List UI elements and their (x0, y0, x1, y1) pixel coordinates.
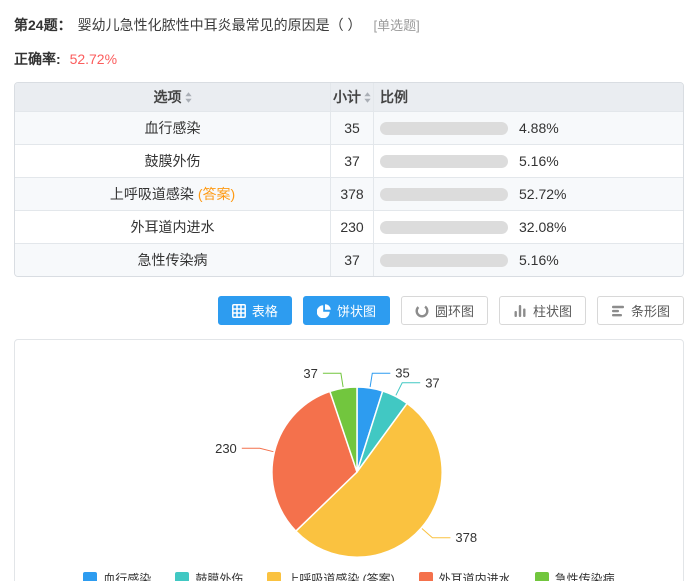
legend-label: 鼓膜外伤 (195, 570, 243, 581)
legend-label: 急性传染病 (555, 570, 615, 581)
pie-value-label: 378 (455, 530, 477, 545)
table-view-button[interactable]: 表格 (218, 296, 292, 325)
percent-bar-track (380, 188, 508, 201)
percent-label: 5.16% (519, 252, 559, 268)
count-cell: 378 (331, 178, 374, 210)
table-icon (232, 304, 246, 318)
question-type-tag: [单选题] (373, 15, 419, 34)
view-toolbar: 表格 饼状图 圆环图 柱状图 条形图 (14, 296, 684, 325)
legend-swatch (83, 572, 97, 581)
sort-icon[interactable] (364, 92, 371, 103)
donut-icon (415, 304, 429, 318)
count-cell: 37 (331, 145, 374, 177)
pie-label-line (370, 373, 390, 387)
option-cell: 鼓膜外伤 (15, 145, 331, 177)
percent-bar-track (380, 122, 508, 135)
accuracy-label: 正确率: (14, 51, 61, 67)
column-chart-button[interactable]: 柱状图 (499, 296, 586, 325)
table-row: 外耳道内进水 230 32.08% (15, 210, 683, 243)
legend-swatch (419, 572, 433, 581)
table-row: 鼓膜外伤 37 5.16% (15, 144, 683, 177)
legend-label: 上呼吸道感染 (答案) (287, 570, 394, 581)
hbar-icon (611, 304, 625, 318)
ratio-cell: 52.72% (374, 178, 683, 210)
pie-value-label: 35 (395, 366, 409, 381)
option-cell: 血行感染 (15, 112, 331, 144)
table-row: 上呼吸道感染 (答案) 378 52.72% (15, 177, 683, 210)
donut-chart-button[interactable]: 圆环图 (401, 296, 488, 325)
question-number: 第24题： (14, 15, 72, 35)
percent-label: 52.72% (519, 186, 566, 202)
option-cell: 外耳道内进水 (15, 211, 331, 243)
legend-swatch (267, 572, 281, 581)
percent-bar-track (380, 254, 508, 267)
option-cell: 急性传染病 (15, 244, 331, 276)
pie-value-label: 230 (215, 441, 237, 456)
header-count[interactable]: 小计 (331, 83, 374, 111)
ratio-cell: 4.88% (374, 112, 683, 144)
percent-label: 32.08% (519, 219, 566, 235)
pie-label-line (422, 529, 451, 538)
header-option[interactable]: 选项 (15, 83, 331, 111)
legend-swatch (175, 572, 189, 581)
legend-item[interactable]: 上呼吸道感染 (答案) (267, 570, 394, 581)
chart-legend: 血行感染 鼓膜外伤 上呼吸道感染 (答案) 外耳道内进水 急性传染病 (15, 570, 683, 581)
header-ratio: 比例 (374, 83, 683, 111)
legend-swatch (535, 572, 549, 581)
legend-item[interactable]: 血行感染 (83, 570, 151, 581)
pie-chart: 35 37 378 230 37 (15, 341, 683, 563)
bar-chart-button[interactable]: 条形图 (597, 296, 684, 325)
sort-icon[interactable] (185, 92, 192, 103)
accuracy-value: 52.72% (70, 51, 117, 67)
question-result-page: 第24题： 婴幼儿急性化脓性中耳炎最常见的原因是（ ） [单选题] 正确率: 5… (0, 0, 698, 581)
ratio-cell: 5.16% (374, 145, 683, 177)
results-table: 选项 小计 比例 血行感染 35 4.88% (14, 82, 684, 277)
question-header: 第24题： 婴幼儿急性化脓性中耳炎最常见的原因是（ ） [单选题] (14, 0, 684, 35)
pie-value-label: 37 (425, 375, 439, 390)
option-cell: 上呼吸道感染 (答案) (15, 178, 331, 210)
table-row: 血行感染 35 4.88% (15, 111, 683, 144)
pie-chart-button[interactable]: 饼状图 (303, 296, 390, 325)
percent-label: 4.88% (519, 120, 559, 136)
legend-label: 血行感染 (103, 570, 151, 581)
chart-panel: 35 37 378 230 37 血行感染 鼓膜外伤 上呼吸道感染 (答案) 外耳道内进水 急性… (14, 339, 684, 581)
count-cell: 230 (331, 211, 374, 243)
pie-label-line (396, 383, 420, 396)
answer-tag: (答案) (198, 184, 235, 204)
pie-icon (317, 304, 331, 318)
legend-item[interactable]: 鼓膜外伤 (175, 570, 243, 581)
legend-label: 外耳道内进水 (439, 570, 511, 581)
pie-label-line (242, 448, 274, 451)
count-cell: 35 (331, 112, 374, 144)
accuracy-row: 正确率: 52.72% (14, 49, 684, 69)
count-cell: 37 (331, 244, 374, 276)
question-text: 婴幼儿急性化脓性中耳炎最常见的原因是（ ） (78, 15, 362, 35)
legend-item[interactable]: 外耳道内进水 (419, 570, 511, 581)
percent-bar-track (380, 155, 508, 168)
ratio-cell: 32.08% (374, 211, 683, 243)
percent-bar-track (380, 221, 508, 234)
pie-value-label: 37 (303, 366, 317, 381)
pie-label-line (323, 373, 343, 387)
column-icon (513, 304, 527, 318)
table-header-row: 选项 小计 比例 (15, 83, 683, 111)
percent-label: 5.16% (519, 153, 559, 169)
table-row: 急性传染病 37 5.16% (15, 243, 683, 276)
ratio-cell: 5.16% (374, 244, 683, 276)
legend-item[interactable]: 急性传染病 (535, 570, 615, 581)
